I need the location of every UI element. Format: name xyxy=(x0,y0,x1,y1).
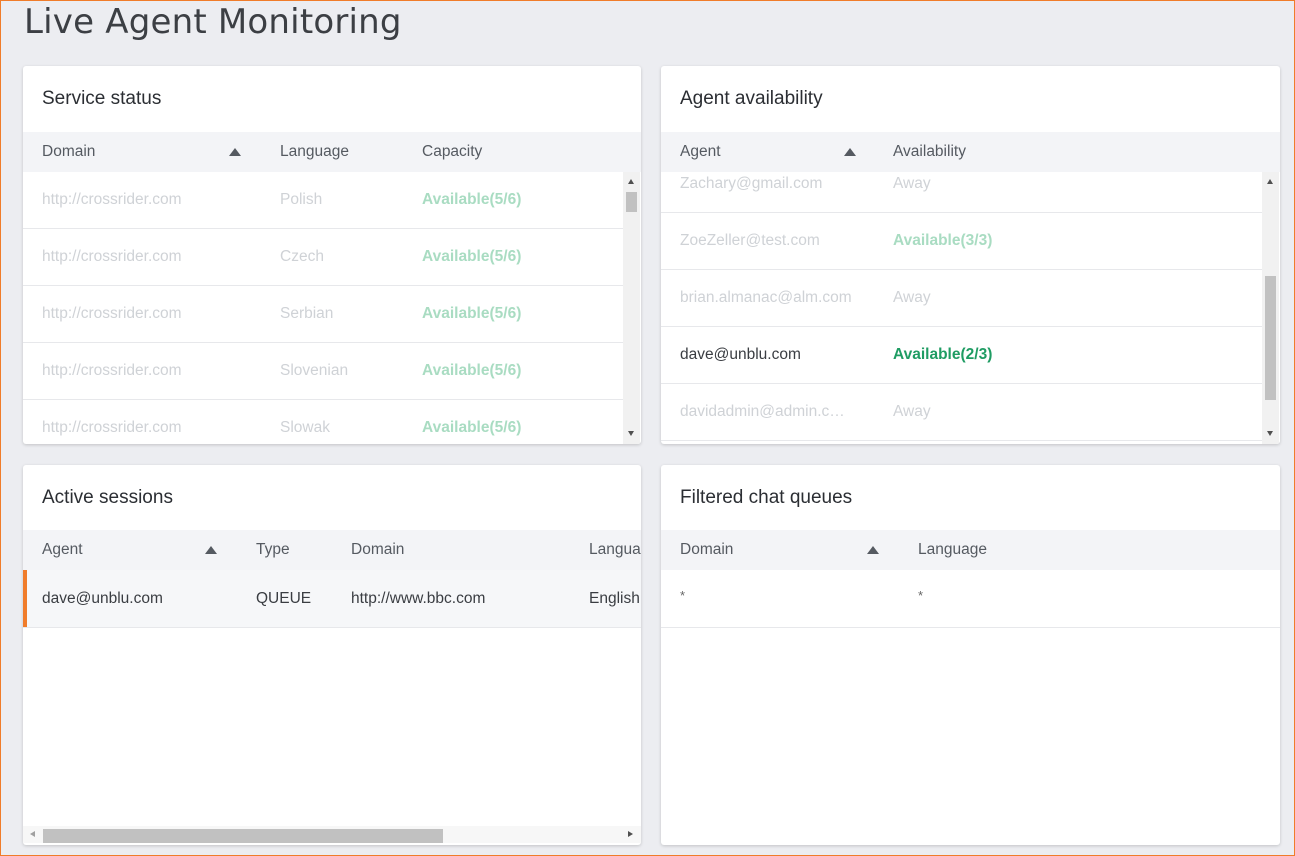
cell-agent: ZoeZeller@test.com xyxy=(680,232,820,249)
active-sessions-body: dave@unblu.com QUEUE http://www.bbc.com … xyxy=(23,570,641,822)
column-header-capacity[interactable]: Capacity xyxy=(422,143,482,161)
filtered-chat-queues-title: Filtered chat queues xyxy=(680,487,853,508)
agent-availability-header: Agent Availability xyxy=(661,132,1280,172)
column-header-domain[interactable]: Domain xyxy=(351,541,404,559)
cell-language: Serbian xyxy=(280,305,334,322)
cell-availability: Away xyxy=(893,175,931,192)
table-row[interactable]: http://crossrider.com Czech Available(5/… xyxy=(23,228,623,286)
cell-availability: Away xyxy=(893,289,931,306)
table-row[interactable]: davidadmin@admin.c… Away xyxy=(661,383,1262,441)
table-row[interactable]: http://crossrider.com Slowak Available(5… xyxy=(23,399,623,444)
cell-domain: http://crossrider.com xyxy=(42,248,182,265)
cell-domain: http://crossrider.com xyxy=(42,191,182,208)
cell-capacity: Available(5/6) xyxy=(422,191,522,208)
filtered-chat-queues-panel: Filtered chat queues Domain Language * * xyxy=(661,465,1280,845)
table-row[interactable]: brian.almanac@alm.com Away xyxy=(661,269,1262,327)
agent-availability-panel: Agent availability Agent Availability Za… xyxy=(661,66,1280,444)
table-row[interactable]: http://crossrider.com Slovenian Availabl… xyxy=(23,342,623,400)
table-row[interactable]: * * xyxy=(661,570,1280,628)
column-header-availability[interactable]: Availability xyxy=(893,143,966,161)
scrollbar-thumb[interactable] xyxy=(43,829,443,843)
cell-agent: davidadmin@admin.c… xyxy=(680,403,845,420)
service-status-body: http://crossrider.com Polish Available(5… xyxy=(23,172,623,444)
vertical-scrollbar[interactable] xyxy=(623,172,640,444)
cell-language: Slowak xyxy=(280,419,330,436)
horizontal-scrollbar[interactable] xyxy=(23,826,641,843)
service-status-panel: Service status Domain Language Capacity … xyxy=(23,66,641,444)
scroll-down-arrow-icon[interactable] xyxy=(628,431,634,436)
cell-domain: http://crossrider.com xyxy=(42,305,182,322)
page-title: Live Agent Monitoring xyxy=(24,2,402,42)
table-row[interactable]: http://crossrider.com Serbian Available(… xyxy=(23,285,623,343)
column-header-type[interactable]: Type xyxy=(256,541,290,559)
service-status-title: Service status xyxy=(42,88,162,109)
scroll-left-arrow-icon[interactable] xyxy=(30,831,35,837)
cell-type: QUEUE xyxy=(256,590,312,607)
cell-agent: dave@unblu.com xyxy=(680,346,801,363)
sort-ascending-icon[interactable] xyxy=(867,546,879,554)
vertical-scrollbar[interactable] xyxy=(1262,172,1279,444)
cell-domain: * xyxy=(680,588,686,603)
cell-language: Czech xyxy=(280,248,324,265)
column-header-agent[interactable]: Agent xyxy=(680,143,721,161)
sort-ascending-icon[interactable] xyxy=(844,148,856,156)
service-status-header: Domain Language Capacity xyxy=(23,132,641,172)
cell-agent: dave@unblu.com xyxy=(42,590,163,607)
cell-capacity: Available(5/6) xyxy=(422,362,522,379)
cell-domain: http://crossrider.com xyxy=(42,362,182,379)
agent-availability-title: Agent availability xyxy=(680,88,823,109)
cell-capacity: Available(5/6) xyxy=(422,305,522,322)
table-row[interactable]: dave@unblu.com QUEUE http://www.bbc.com … xyxy=(23,570,641,628)
cell-domain: http://www.bbc.com xyxy=(351,590,486,607)
column-header-language[interactable]: Language xyxy=(918,541,987,559)
column-header-domain[interactable]: Domain xyxy=(42,143,95,161)
filtered-chat-queues-header: Domain Language xyxy=(661,530,1280,570)
cell-capacity: Available(5/6) xyxy=(422,419,522,436)
active-sessions-title: Active sessions xyxy=(42,487,173,508)
scrollbar-thumb[interactable] xyxy=(626,192,637,212)
sort-ascending-icon[interactable] xyxy=(205,546,217,554)
filtered-chat-queues-body: * * xyxy=(661,570,1280,830)
cell-language: English xyxy=(589,590,640,607)
table-row[interactable]: http://crossrider.com Polish Available(5… xyxy=(23,172,623,229)
cell-availability: Available(2/3) xyxy=(893,346,993,363)
scroll-down-arrow-icon[interactable] xyxy=(1267,431,1273,436)
cell-language: Slovenian xyxy=(280,362,349,379)
cell-agent: Zachary@gmail.com xyxy=(680,175,823,192)
column-header-agent[interactable]: Agent xyxy=(42,541,83,559)
cell-domain: http://crossrider.com xyxy=(42,419,182,436)
agent-availability-body: Zachary@gmail.com Away ZoeZeller@test.co… xyxy=(661,172,1262,444)
cell-capacity: Available(5/6) xyxy=(422,248,522,265)
sort-ascending-icon[interactable] xyxy=(229,148,241,156)
cell-availability: Away xyxy=(893,403,931,420)
scroll-up-arrow-icon[interactable] xyxy=(628,179,634,184)
scroll-right-arrow-icon[interactable] xyxy=(628,831,633,837)
scroll-up-arrow-icon[interactable] xyxy=(1267,179,1273,184)
selected-row-indicator xyxy=(23,570,27,627)
cell-availability: Available(3/3) xyxy=(893,232,993,249)
scrollbar-thumb[interactable] xyxy=(1265,276,1276,400)
table-row[interactable]: dave@unblu.com Available(2/3) xyxy=(661,326,1262,384)
active-sessions-panel: Active sessions Agent Type Domain Langua… xyxy=(23,465,641,845)
table-row[interactable]: Zachary@gmail.com Away xyxy=(661,172,1262,213)
column-header-language[interactable]: Language xyxy=(280,143,349,161)
cell-language: Polish xyxy=(280,191,323,208)
cell-agent: brian.almanac@alm.com xyxy=(680,289,852,306)
active-sessions-header: Agent Type Domain Languag xyxy=(23,530,641,570)
column-header-domain[interactable]: Domain xyxy=(680,541,733,559)
column-header-language[interactable]: Languag xyxy=(589,541,641,559)
cell-language: * xyxy=(918,588,924,603)
table-row[interactable]: ZoeZeller@test.com Available(3/3) xyxy=(661,212,1262,270)
